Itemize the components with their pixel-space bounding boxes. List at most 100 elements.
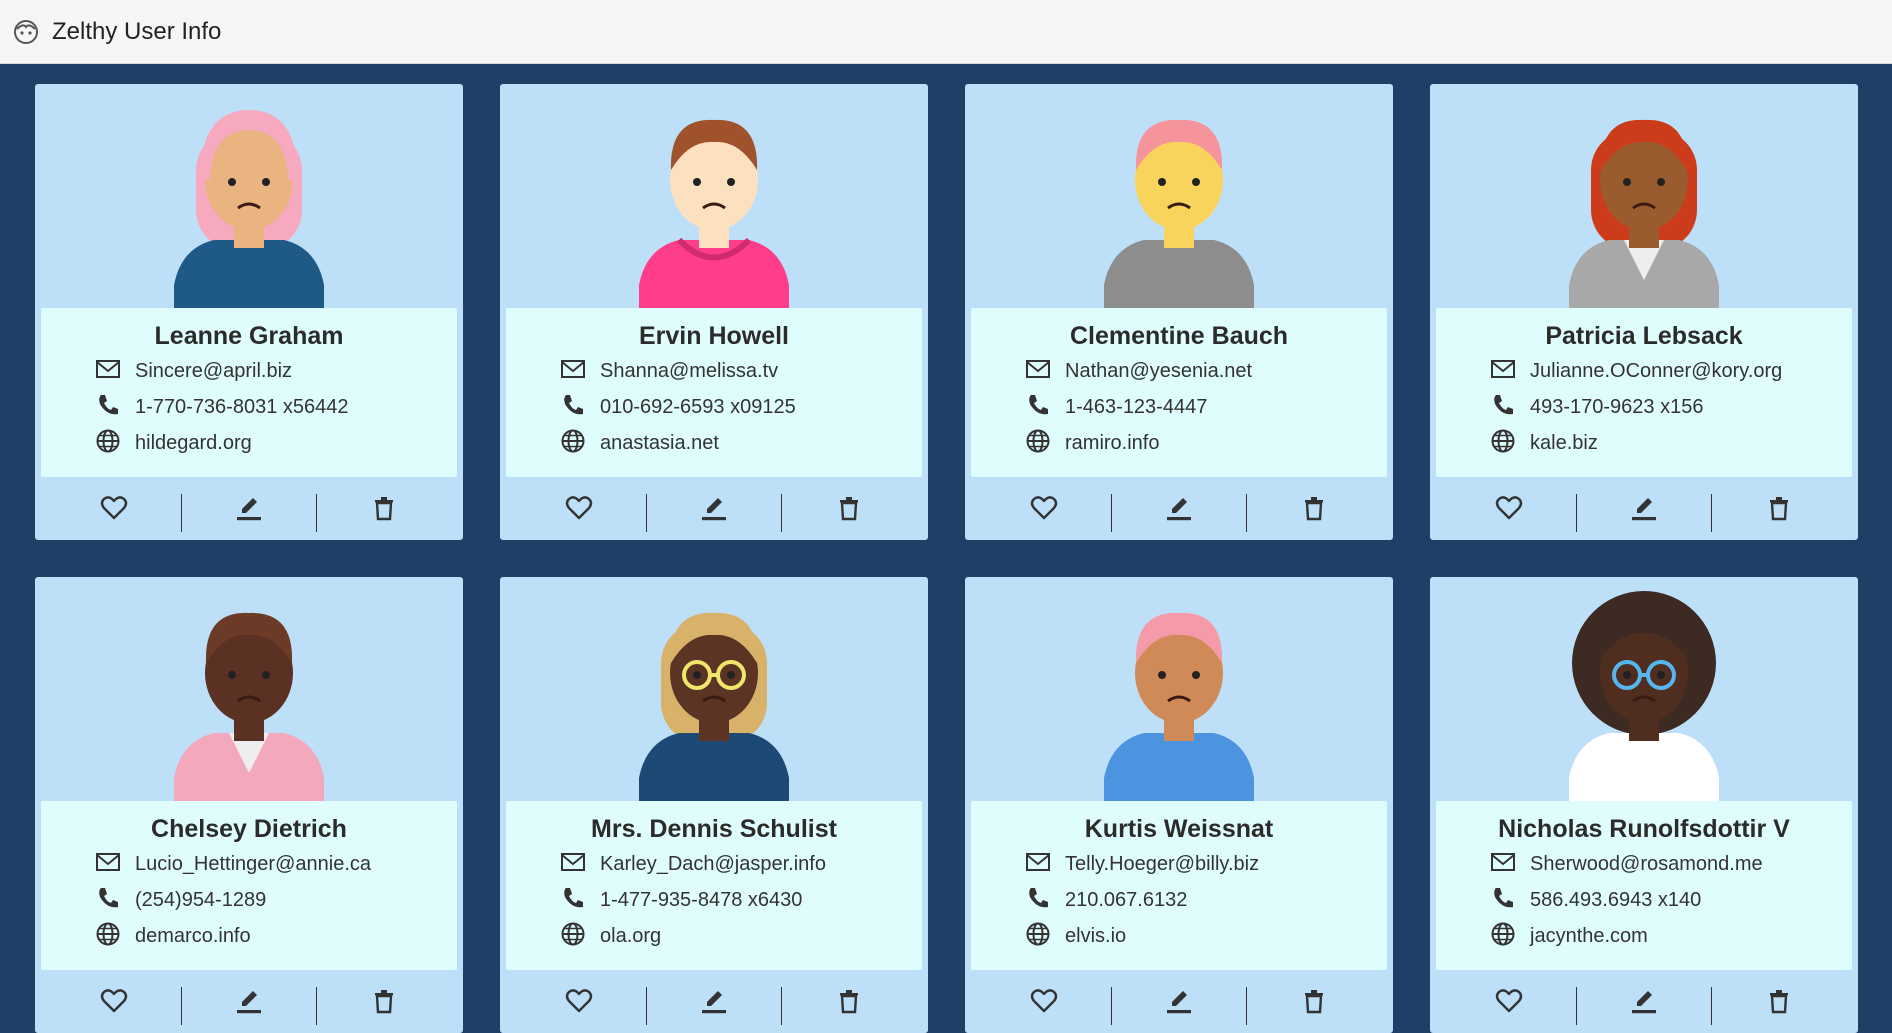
user-website[interactable]: hildegard.org [135, 432, 252, 455]
delete-icon [1299, 493, 1329, 528]
like-button[interactable] [977, 490, 1111, 530]
user-card: Leanne Graham Sincere@april.biz 1-770-73… [35, 84, 463, 540]
user-email[interactable]: Sincere@april.biz [135, 360, 292, 383]
user-website[interactable]: demarco.info [135, 925, 251, 948]
user-email[interactable]: Shanna@melissa.tv [600, 360, 778, 383]
like-button[interactable] [1442, 983, 1576, 1023]
like-button[interactable] [977, 983, 1111, 1023]
phone-row: 1-477-935-8478 x6430 [560, 885, 802, 915]
user-phone[interactable]: 1-770-736-8031 x56442 [135, 396, 349, 419]
edit-button[interactable] [182, 983, 316, 1023]
globe-icon [560, 428, 586, 459]
edit-button[interactable] [647, 490, 781, 530]
website-row: anastasia.net [560, 428, 719, 458]
user-card: Mrs. Dennis Schulist Karley_Dach@jasper.… [500, 577, 928, 1033]
user-phone[interactable]: (254)954-1289 [135, 889, 266, 912]
delete-button[interactable] [782, 983, 916, 1023]
like-button[interactable] [512, 983, 646, 1023]
user-website[interactable]: ola.org [600, 925, 661, 948]
user-name: Clementine Bauch [1069, 322, 1289, 350]
edit-button[interactable] [1577, 490, 1711, 530]
like-button[interactable] [1442, 490, 1576, 530]
heart-icon [99, 986, 129, 1021]
user-website[interactable]: jacynthe.com [1530, 925, 1648, 948]
avatar [1430, 84, 1858, 308]
phone-icon [1490, 885, 1516, 916]
delete-button[interactable] [317, 490, 451, 530]
delete-button[interactable] [1712, 983, 1846, 1023]
user-phone[interactable]: 586.493.6943 x140 [1530, 889, 1701, 912]
user-card: Nicholas Runolfsdottir V Sherwood@rosamo… [1430, 577, 1858, 1033]
user-email[interactable]: Lucio_Hettinger@annie.ca [135, 853, 371, 876]
avatar [1430, 577, 1858, 801]
edit-button[interactable] [182, 490, 316, 530]
edit-button[interactable] [1112, 983, 1246, 1023]
user-info-panel: Clementine Bauch Nathan@yesenia.net 1-46… [971, 308, 1387, 477]
delete-button[interactable] [782, 490, 916, 530]
like-button[interactable] [47, 490, 181, 530]
phone-icon [95, 885, 121, 916]
user-name: Ervin Howell [638, 322, 790, 350]
email-row: Shanna@melissa.tv [560, 356, 778, 386]
user-email[interactable]: Sherwood@rosamond.me [1530, 853, 1763, 876]
delete-button[interactable] [1247, 490, 1381, 530]
user-name: Nicholas Runolfsdottir V [1498, 815, 1790, 843]
user-phone[interactable]: 1-463-123-4447 [1065, 396, 1207, 419]
like-button[interactable] [512, 490, 646, 530]
globe-icon [1490, 921, 1516, 952]
edit-icon [1629, 493, 1659, 528]
globe-icon [95, 428, 121, 459]
user-info-panel: Leanne Graham Sincere@april.biz 1-770-73… [41, 308, 457, 477]
user-website[interactable]: ramiro.info [1065, 432, 1159, 455]
user-website[interactable]: anastasia.net [600, 432, 719, 455]
email-row: Sincere@april.biz [95, 356, 292, 386]
delete-icon [1299, 986, 1329, 1021]
user-phone[interactable]: 210.067.6132 [1065, 889, 1187, 912]
avatar [500, 577, 928, 801]
user-name: Kurtis Weissnat [1084, 815, 1274, 843]
user-email[interactable]: Julianne.OConner@kory.org [1530, 360, 1782, 383]
website-row: jacynthe.com [1490, 921, 1648, 951]
edit-button[interactable] [647, 983, 781, 1023]
user-phone[interactable]: 1-477-935-8478 x6430 [600, 889, 802, 912]
edit-icon [1164, 493, 1194, 528]
heart-icon [564, 493, 594, 528]
card-actions [1430, 490, 1858, 532]
avatar [965, 577, 1393, 801]
website-row: kale.biz [1490, 428, 1598, 458]
avatar [500, 84, 928, 308]
user-email[interactable]: Nathan@yesenia.net [1065, 360, 1252, 383]
card-actions [965, 983, 1393, 1025]
globe-icon [1490, 428, 1516, 459]
user-name: Leanne Graham [154, 322, 344, 350]
like-button[interactable] [47, 983, 181, 1023]
edit-button[interactable] [1112, 490, 1246, 530]
delete-button[interactable] [317, 983, 451, 1023]
website-row: elvis.io [1025, 921, 1126, 951]
user-phone[interactable]: 493-170-9623 x156 [1530, 396, 1703, 419]
user-website[interactable]: kale.biz [1530, 432, 1598, 455]
user-name: Chelsey Dietrich [151, 815, 347, 843]
globe-icon [1025, 921, 1051, 952]
user-card: Chelsey Dietrich Lucio_Hettinger@annie.c… [35, 577, 463, 1033]
mail-icon [1490, 849, 1516, 880]
user-info-panel: Chelsey Dietrich Lucio_Hettinger@annie.c… [41, 801, 457, 970]
delete-button[interactable] [1712, 490, 1846, 530]
user-phone[interactable]: 010-692-6593 x09125 [600, 396, 796, 419]
user-website[interactable]: elvis.io [1065, 925, 1126, 948]
delete-icon [1764, 493, 1794, 528]
user-email[interactable]: Telly.Hoeger@billy.biz [1065, 853, 1259, 876]
email-row: Lucio_Hettinger@annie.ca [95, 849, 371, 879]
user-email[interactable]: Karley_Dach@jasper.info [600, 853, 826, 876]
edit-icon [1164, 986, 1194, 1021]
edit-icon [234, 493, 264, 528]
avatar [35, 84, 463, 308]
globe-icon [95, 921, 121, 952]
phone-icon [1025, 885, 1051, 916]
phone-icon [560, 885, 586, 916]
delete-button[interactable] [1247, 983, 1381, 1023]
phone-row: 586.493.6943 x140 [1490, 885, 1701, 915]
edit-button[interactable] [1577, 983, 1711, 1023]
face-icon [12, 18, 40, 46]
user-info-panel: Mrs. Dennis Schulist Karley_Dach@jasper.… [506, 801, 922, 970]
